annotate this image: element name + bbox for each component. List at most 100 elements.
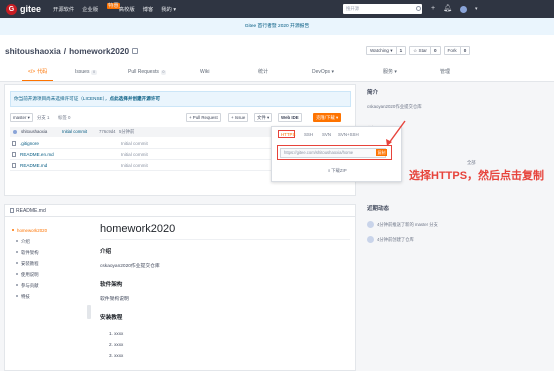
star-label: ☆ Star bbox=[413, 48, 427, 53]
readme-file-icon bbox=[10, 208, 14, 214]
file-menu-button[interactable]: 文件 ▾ bbox=[254, 113, 273, 122]
branch-select[interactable]: master ▾ bbox=[10, 113, 33, 122]
toc-item[interactable]: homework2020 bbox=[9, 225, 81, 236]
nav-link-edu[interactable]: 高校版 bbox=[119, 5, 135, 13]
fork-count: 0 bbox=[459, 47, 470, 54]
avatar[interactable] bbox=[459, 6, 467, 13]
readme-list-item: 2. xxxx bbox=[109, 342, 124, 347]
protocol-tab-svn[interactable]: SVN bbox=[322, 132, 331, 137]
bell-icon[interactable]: 🔔︎ bbox=[443, 4, 452, 14]
tab-code[interactable]: </> 代码 bbox=[22, 65, 54, 81]
nav-link-enterprise-label: 企业版 bbox=[82, 7, 99, 13]
toc-item[interactable]: 参与贡献 bbox=[9, 280, 81, 291]
gitee-logo[interactable]: G gitee bbox=[6, 3, 41, 15]
toc-collapse-handle[interactable] bbox=[87, 305, 91, 319]
tag-count[interactable]: 标签 0 bbox=[58, 114, 70, 121]
readme-heading: 软件架构 bbox=[100, 282, 123, 288]
watch-count: 1 bbox=[395, 47, 406, 54]
readme-title: homework2020 bbox=[100, 223, 350, 240]
tab-count: 0 bbox=[160, 70, 166, 75]
readme-paragraph: cskaoyan2020作业提交仓库 bbox=[100, 264, 160, 269]
nav-link-enterprise[interactable]: 企业版特惠 bbox=[82, 3, 120, 13]
top-navbar: G gitee 开源软件 企业版特惠 高校版 博客 我的 ▾ 搜开源 + 🔔︎ … bbox=[0, 0, 554, 18]
clone-dropdown: HTTPS SSH SVN SVN+SSH https://gitee.com/… bbox=[271, 126, 402, 182]
repo-separator: / bbox=[63, 46, 67, 56]
nav-link-opensource[interactable]: 开源软件 bbox=[53, 5, 74, 13]
file-icon bbox=[12, 141, 16, 146]
repo-owner-link[interactable]: shitoushaoxia bbox=[5, 46, 61, 56]
tab-manage[interactable]: 管理 bbox=[440, 65, 450, 80]
tab-pull-requests[interactable]: Pull Requests 0 bbox=[128, 65, 166, 80]
tab-label: DevOps ▾ bbox=[312, 69, 334, 75]
copy-button[interactable]: 复制 bbox=[376, 149, 387, 156]
toc-item[interactable]: 安装教程 bbox=[9, 258, 81, 269]
promo-banner[interactable]: Gitee 首行者暨 2020 开源报告 bbox=[0, 18, 554, 35]
license-link[interactable]: 点此选择并创建开源许可 bbox=[109, 96, 160, 101]
toc-item[interactable]: 介绍 bbox=[9, 236, 81, 247]
repo-toolbar: master ▾ 分支 1 标签 0 + Pull Request + Issu… bbox=[10, 113, 351, 123]
tab-devops[interactable]: DevOps ▾ bbox=[312, 65, 334, 80]
protocol-tab-https[interactable]: HTTPS bbox=[281, 132, 295, 137]
file-name[interactable]: .gitignore bbox=[20, 138, 39, 149]
branch-count[interactable]: 分支 1 bbox=[37, 114, 49, 121]
activity-item[interactable]: 4分钟前创建了仓库 bbox=[377, 237, 414, 243]
download-zip-button[interactable]: ⭳ 下载ZIP bbox=[272, 167, 403, 175]
repo-tabs: </> 代码 Issues 0 Pull Requests 0 Wiki 统计 Dev… bbox=[0, 65, 554, 81]
toc-item[interactable]: 软件架构 bbox=[9, 247, 81, 258]
readme-heading: 介绍 bbox=[100, 249, 112, 255]
new-pull-request-button[interactable]: + Pull Request bbox=[186, 113, 221, 122]
readme-content: homework2020 介绍 cskaoyan2020作业提交仓库 软件架构 … bbox=[100, 223, 350, 361]
readme-list-item: 1. xxxx bbox=[109, 331, 124, 336]
gitee-logo-icon: G bbox=[6, 3, 17, 15]
commit-author[interactable]: shitoushaoxia bbox=[21, 127, 47, 137]
activity-title: 近期动态 bbox=[367, 206, 390, 212]
readme-filename: README.md bbox=[16, 208, 46, 214]
tab-label: 统计 bbox=[258, 69, 269, 75]
tab-count: 0 bbox=[91, 70, 97, 75]
fork-button[interactable]: Fork 0 bbox=[443, 46, 471, 55]
nav-link-mine[interactable]: 我的 ▾ bbox=[161, 5, 176, 13]
protocol-tab-ssh[interactable]: SSH bbox=[304, 132, 313, 137]
activity-item[interactable]: 4分钟前推送了新的 master 分支 bbox=[377, 222, 438, 228]
tab-services[interactable]: 服务 ▾ bbox=[383, 65, 397, 80]
toc-item[interactable]: 特技 bbox=[9, 291, 81, 302]
commit-hash[interactable]: 776c9d4 bbox=[99, 127, 116, 137]
license-notice: 你当前开源项目尚未选择许可证（LICENSE），点此选择并创建开源许可 bbox=[10, 91, 351, 107]
file-name[interactable]: README.md bbox=[20, 160, 47, 171]
clone-download-button[interactable]: 克隆/下载 ▾ bbox=[313, 113, 342, 122]
license-text: 你当前开源项目尚未选择许可证（LICENSE）， bbox=[14, 96, 110, 101]
plus-icon[interactable]: + bbox=[431, 4, 435, 14]
file-commit-message[interactable]: Initial commit bbox=[121, 149, 148, 160]
tab-label: 服务 ▾ bbox=[383, 69, 397, 75]
watch-button[interactable]: Watching ▾ 1 bbox=[366, 46, 407, 55]
new-issue-button[interactable]: + Issue bbox=[228, 113, 249, 122]
tab-label: 管理 bbox=[440, 69, 451, 75]
all-link[interactable]: 全部 bbox=[467, 160, 476, 166]
intro-description: cskaoyan2020作业提交仓库 bbox=[367, 104, 422, 109]
chevron-down-icon[interactable]: ▾ bbox=[475, 4, 478, 14]
file-name[interactable]: README.en.md bbox=[20, 149, 54, 160]
repo-name-link[interactable]: homework2020 bbox=[69, 46, 129, 56]
star-count: 0 bbox=[429, 47, 440, 54]
tab-issues[interactable]: Issues 0 bbox=[75, 65, 97, 80]
protocol-tab-svn-ssh[interactable]: SVN+SSH bbox=[338, 132, 359, 137]
star-button[interactable]: ☆ Star 0 bbox=[409, 46, 441, 55]
search-input[interactable]: 搜开源 bbox=[343, 4, 422, 14]
code-icon: </> bbox=[28, 69, 36, 75]
search-icon[interactable] bbox=[416, 6, 421, 11]
tab-stats[interactable]: 统计 bbox=[258, 65, 268, 80]
readme-toc: homework2020 介绍 软件架构 安装教程 使用说明 参与贡献 特技 bbox=[9, 225, 81, 302]
file-icon bbox=[12, 163, 16, 168]
file-commit-message[interactable]: Initial commit bbox=[121, 160, 148, 171]
toc-item[interactable]: 使用说明 bbox=[9, 269, 81, 280]
file-commit-message[interactable]: Initial commit bbox=[121, 138, 148, 149]
clone-url-input[interactable]: https://gitee.com/shitoushaoxia/home bbox=[280, 148, 386, 158]
nav-link-blog[interactable]: 博客 bbox=[143, 5, 154, 13]
fork-label: Fork bbox=[447, 48, 457, 53]
tab-wiki[interactable]: Wiki bbox=[200, 65, 209, 80]
web-ide-button[interactable]: Web IDE bbox=[278, 113, 302, 122]
repo-type-icon bbox=[132, 48, 139, 54]
commit-message[interactable]: Initial commit bbox=[62, 127, 87, 137]
download-label: 下载ZIP bbox=[331, 168, 347, 173]
avatar bbox=[13, 130, 17, 134]
